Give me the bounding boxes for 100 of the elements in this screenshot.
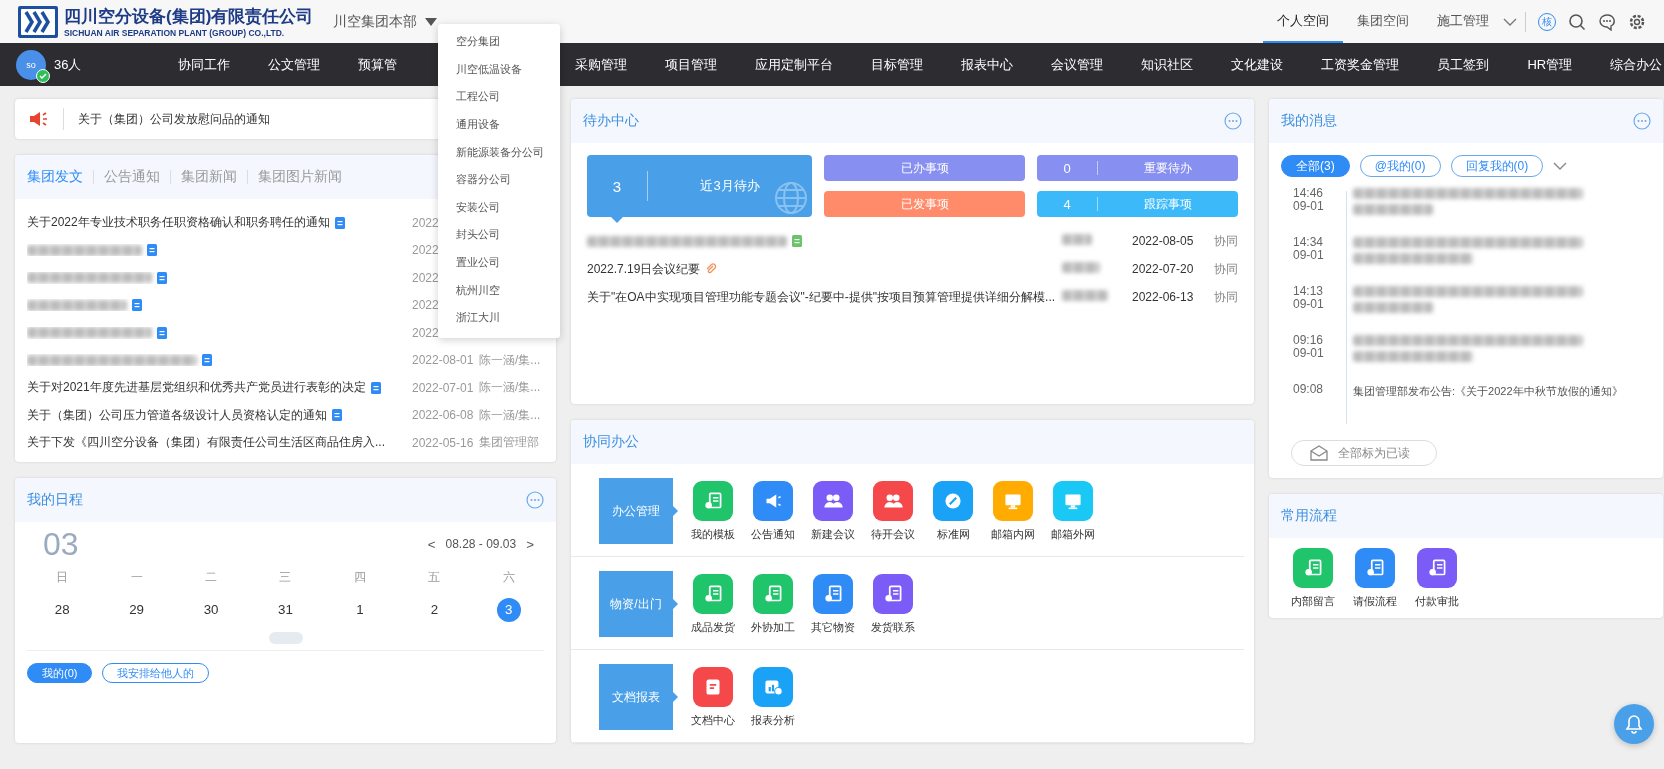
space-tab[interactable]: 集团空间 xyxy=(1343,0,1423,43)
nav-item[interactable]: 应用定制平台 xyxy=(736,55,853,74)
news-author: 陈一涵/集... xyxy=(479,351,542,369)
chevron-down-icon[interactable] xyxy=(1553,161,1568,171)
prev-week-button[interactable]: < xyxy=(427,537,436,552)
app-shortcut[interactable]: 我的模板 xyxy=(693,480,733,542)
app-shortcut[interactable]: 其它物资 xyxy=(813,573,853,635)
news-date: 2022 xyxy=(412,325,440,340)
dropdown-item[interactable]: 工程公司 xyxy=(438,83,560,111)
news-date: 2022-08-01 xyxy=(412,353,472,368)
news-title[interactable]: 关于对2021年度先进基层党组织和优秀共产党员进行表彰的决定 xyxy=(27,379,366,397)
app-shortcut[interactable]: 成品发货 xyxy=(693,573,733,635)
message-time: 14:46 xyxy=(1293,186,1324,200)
online-check-icon xyxy=(36,68,50,83)
app-shortcut[interactable]: 公告通知 xyxy=(753,480,793,542)
calendar-day[interactable]: 1 xyxy=(347,598,372,622)
card-title: 常用流程 xyxy=(1281,507,1337,525)
nav-item[interactable]: HR管理 xyxy=(1508,55,1592,74)
news-date: 2022-07-01 xyxy=(412,380,472,395)
week-range: 08.28 - 09.03 xyxy=(445,537,517,552)
globe-icon xyxy=(774,181,808,215)
more-icon[interactable] xyxy=(526,491,544,509)
todo-source: 协同 xyxy=(1213,288,1238,306)
app-shortcut[interactable]: 邮箱内网 xyxy=(993,480,1033,542)
calendar-day[interactable]: 30 xyxy=(199,598,224,622)
chat-icon[interactable] xyxy=(1598,12,1616,31)
nav-item[interactable]: 预算管 xyxy=(339,55,417,74)
notice-text[interactable]: 关于（集团）公司发放慰问品的通知 xyxy=(78,110,270,128)
news-title[interactable]: 关于下发《四川空分设备（集团）有限责任公司生活区商品住房入... xyxy=(27,434,385,452)
news-author: 集团管理部 xyxy=(479,434,540,452)
dropdown-item[interactable]: 杭州川空 xyxy=(438,276,560,304)
todo-title[interactable]: 关于"在OA中实现项目管理功能专题会议"-纪要中-提供"按项目预算管理提供详细分解模... xyxy=(587,288,1056,306)
todo-date: 2022-07-20 xyxy=(1132,262,1195,276)
dropdown-item[interactable]: 新能源装备分公司 xyxy=(438,138,560,166)
current-day: 03 xyxy=(43,526,79,563)
news-date: 2022 xyxy=(412,243,440,258)
notification-button[interactable] xyxy=(1614,704,1654,744)
nav-item[interactable]: 会议管理 xyxy=(1032,55,1123,74)
app-shortcut[interactable]: 付款审批 xyxy=(1417,548,1457,609)
message-time: 09:16 xyxy=(1293,333,1324,347)
app-shortcut[interactable]: 标准网 xyxy=(933,480,973,542)
bell-icon xyxy=(1624,714,1644,734)
nav-item[interactable]: 项目管理 xyxy=(646,55,737,74)
chevron-down-icon[interactable] xyxy=(1503,16,1517,27)
message-time: 09:08 xyxy=(1293,382,1324,396)
app-shortcut[interactable]: 请假流程 xyxy=(1355,548,1395,609)
news-date: 2022 xyxy=(412,270,440,285)
calendar-day[interactable]: 28 xyxy=(50,598,75,622)
message-date: 09-01 xyxy=(1293,346,1324,360)
app-shortcut[interactable]: 邮箱外网 xyxy=(1053,480,1093,542)
news-author: 陈一涵/集... xyxy=(479,406,542,424)
envelope-icon xyxy=(1310,445,1328,461)
more-icon[interactable] xyxy=(1224,112,1242,130)
app-shortcut[interactable]: 发货联系 xyxy=(873,573,913,635)
news-title[interactable]: 关于（集团）公司压力管道各级设计人员资格认定的通知 xyxy=(27,406,327,424)
app-shortcut[interactable]: 外协加工 xyxy=(753,573,793,635)
news-date: 2022-06-08 xyxy=(412,408,472,423)
calendar-day[interactable]: 29 xyxy=(124,598,149,622)
company-name: 四川空分设备(集团)有限责任公司 xyxy=(64,6,314,28)
message-time: 14:13 xyxy=(1293,284,1324,298)
dropdown-item[interactable]: 空分集团 xyxy=(438,28,560,56)
nav-item[interactable]: 综合办公 xyxy=(1591,55,1664,74)
calendar-day[interactable]: 2 xyxy=(422,598,447,622)
news-date: 2022 xyxy=(412,215,440,230)
app-shortcut[interactable]: 文档中心 xyxy=(693,666,733,728)
dropdown-item[interactable]: 通用设备 xyxy=(438,110,560,139)
dropdown-item[interactable]: 安装公司 xyxy=(438,193,560,222)
app-shortcut[interactable]: 新建会议 xyxy=(813,480,853,542)
search-icon[interactable] xyxy=(1568,12,1586,31)
more-icon[interactable] xyxy=(1633,112,1651,130)
dropdown-item[interactable]: 封头公司 xyxy=(438,221,560,249)
nav-item[interactable]: 知识社区 xyxy=(1122,55,1213,74)
nav-item[interactable]: 目标管理 xyxy=(852,55,943,74)
nav-item[interactable]: 员工签到 xyxy=(1418,55,1509,74)
nav-item[interactable]: 报表中心 xyxy=(942,55,1033,74)
dropdown-item[interactable]: 容器分公司 xyxy=(438,165,560,194)
app-shortcut[interactable]: 内部留言 xyxy=(1293,548,1333,609)
news-title[interactable]: 关于2022年专业技术职务任职资格确认和职务聘任的通知 xyxy=(27,214,330,232)
expand-handle[interactable] xyxy=(268,632,303,644)
calendar-day[interactable]: 31 xyxy=(273,598,298,622)
pointer-tail xyxy=(673,506,678,516)
app-shortcut[interactable]: 报表分析 xyxy=(753,666,793,728)
nav-item[interactable]: 文化建设 xyxy=(1212,55,1303,74)
todo-title[interactable]: 2022.7.19日会议纪要 xyxy=(587,260,701,278)
message-date: 09-01 xyxy=(1293,248,1324,262)
next-week-button[interactable]: > xyxy=(526,537,534,552)
nav-item[interactable]: 协同工作 xyxy=(159,55,250,74)
message-text[interactable]: 集团管理部发布公告:《关于2022年中秋节放假的通知》 xyxy=(1353,384,1651,399)
caret-icon xyxy=(425,17,438,26)
org-selector[interactable]: 川空集团本部 xyxy=(333,12,438,31)
pointer-tail xyxy=(673,692,678,702)
nav-item[interactable]: 公文管理 xyxy=(249,55,340,74)
company-subtitle: SICHUAN AIR SEPARATION PLANT (GROUP) CO.,LTD. xyxy=(64,28,286,38)
space-tab[interactable]: 施工管理 xyxy=(1423,0,1503,43)
dropdown-item[interactable]: 置业公司 xyxy=(438,248,560,277)
settings-icon[interactable] xyxy=(1628,12,1646,31)
weekday-label: 五 xyxy=(427,569,442,586)
app-shortcut[interactable]: 待开会议 xyxy=(873,480,913,542)
dropdown-item[interactable]: 浙江大川 xyxy=(438,303,560,332)
nav-item[interactable]: 工资奖金管理 xyxy=(1302,55,1419,74)
